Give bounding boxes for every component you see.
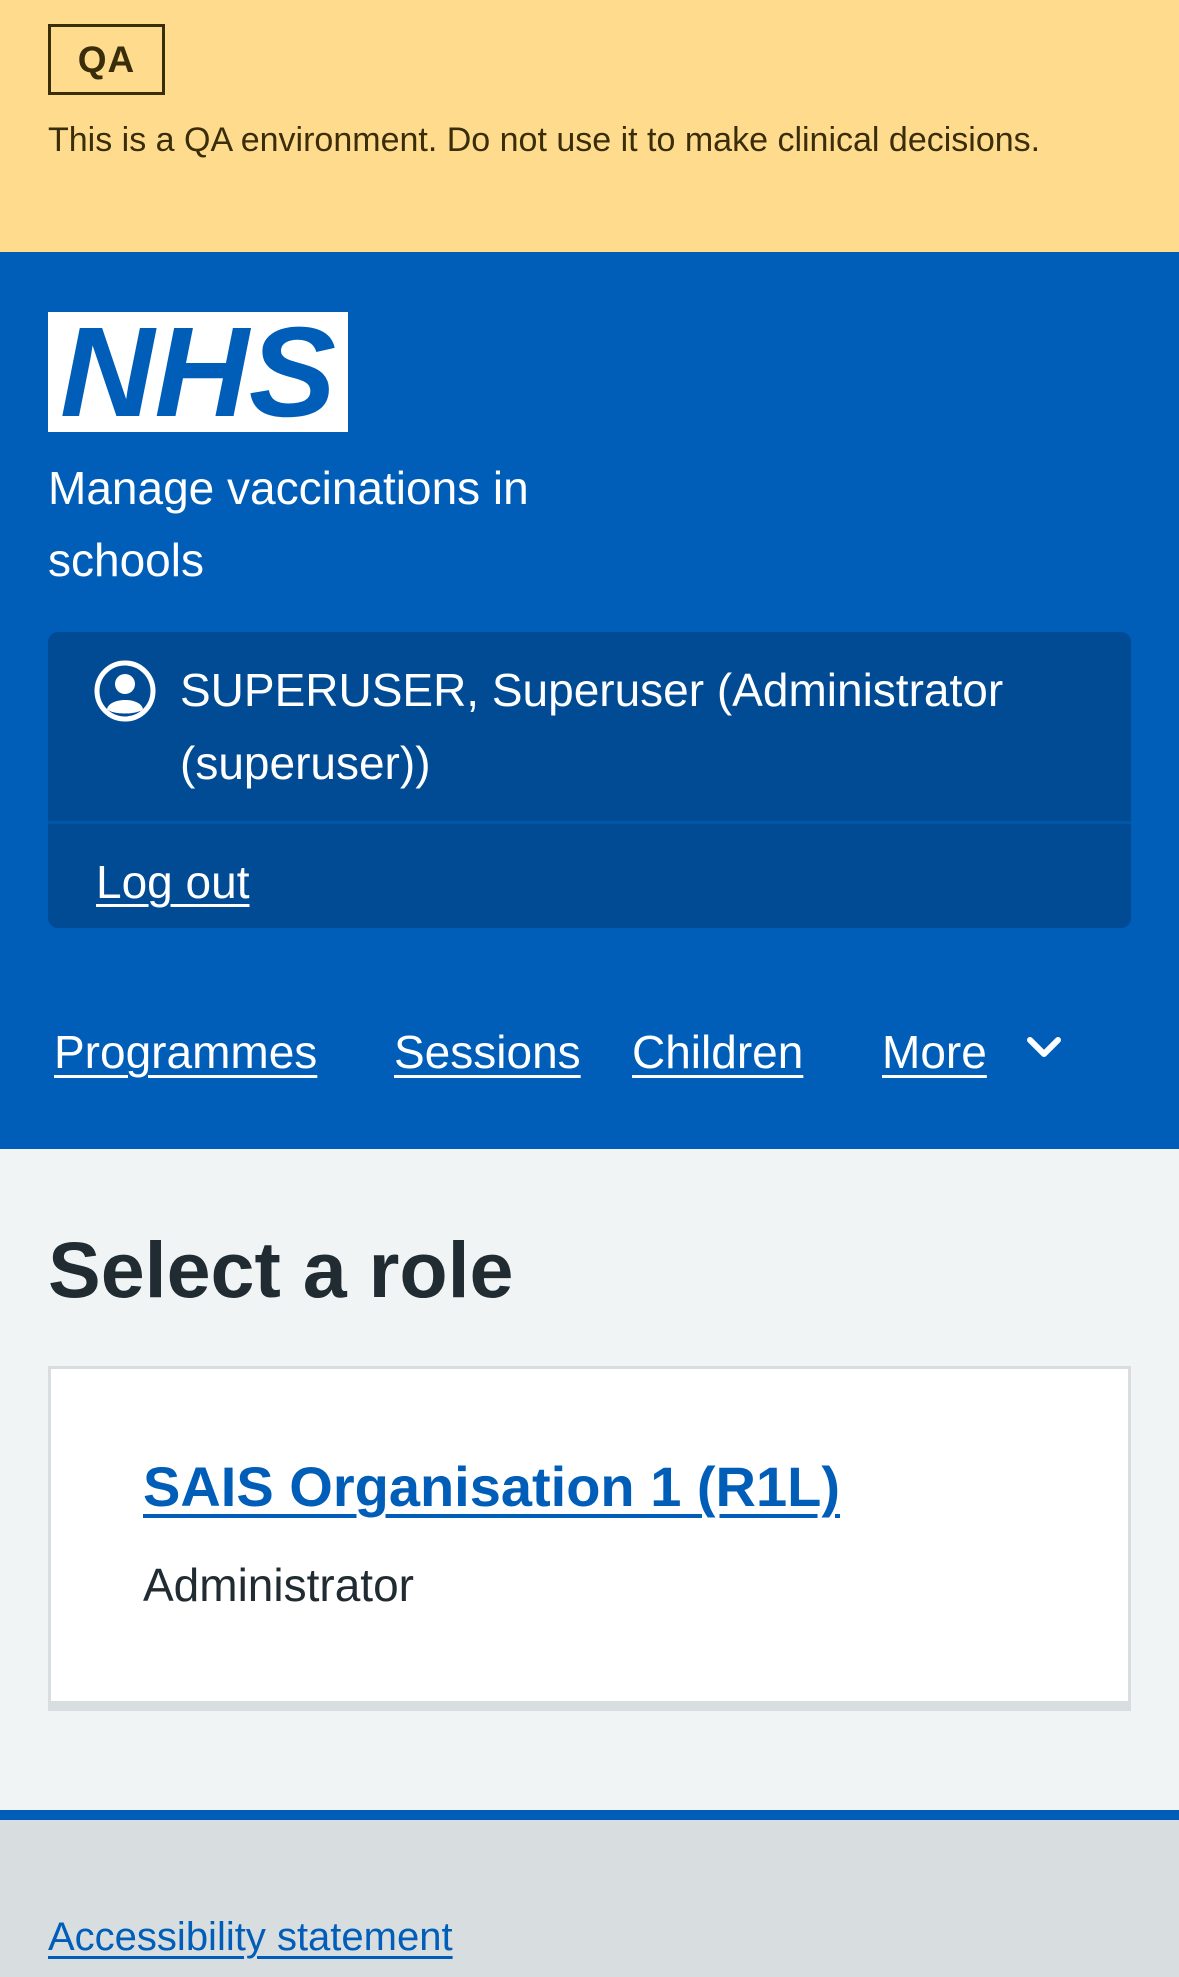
page-title: Select a role	[48, 1225, 514, 1314]
logout-link[interactable]: Log out	[96, 854, 249, 910]
primary-navigation: Programmes Sessions Children More	[0, 1012, 1179, 1092]
user-icon	[94, 660, 156, 722]
account-user-row: SUPERUSER, Superuser (Administrator (sup…	[48, 632, 1131, 824]
chevron-down-icon[interactable]	[1024, 1034, 1064, 1064]
accessibility-statement-link[interactable]: Accessibility statement	[48, 1910, 453, 1964]
nav-item-more[interactable]: More	[882, 1012, 987, 1092]
nav-item-programmes[interactable]: Programmes	[54, 1012, 317, 1092]
site-footer: Accessibility statement	[0, 1810, 1179, 1977]
role-organisation-link[interactable]: SAIS Organisation 1 (R1L)	[143, 1447, 840, 1527]
qa-tag: QA	[48, 24, 165, 95]
service-name: Manage vaccinations in schools	[48, 462, 529, 586]
role-card: SAIS Organisation 1 (R1L) Administrator	[48, 1366, 1131, 1711]
role-name: Administrator	[143, 1559, 414, 1611]
nhs-logo[interactable]: NHS	[48, 301, 348, 444]
site-header: NHS Manage vaccinations in schools SUPER…	[0, 252, 1179, 1149]
qa-environment-banner: QA This is a QA environment. Do not use …	[0, 0, 1179, 252]
nhs-logo-text: NHS	[60, 312, 336, 432]
nav-item-sessions[interactable]: Sessions	[394, 1012, 581, 1092]
account-user-name: SUPERUSER, Superuser (Administrator (sup…	[180, 664, 1004, 789]
qa-warning-text: This is a QA environment. Do not use it …	[48, 121, 1041, 159]
account-panel: SUPERUSER, Superuser (Administrator (sup…	[48, 632, 1131, 928]
nav-item-children[interactable]: Children	[632, 1012, 803, 1092]
